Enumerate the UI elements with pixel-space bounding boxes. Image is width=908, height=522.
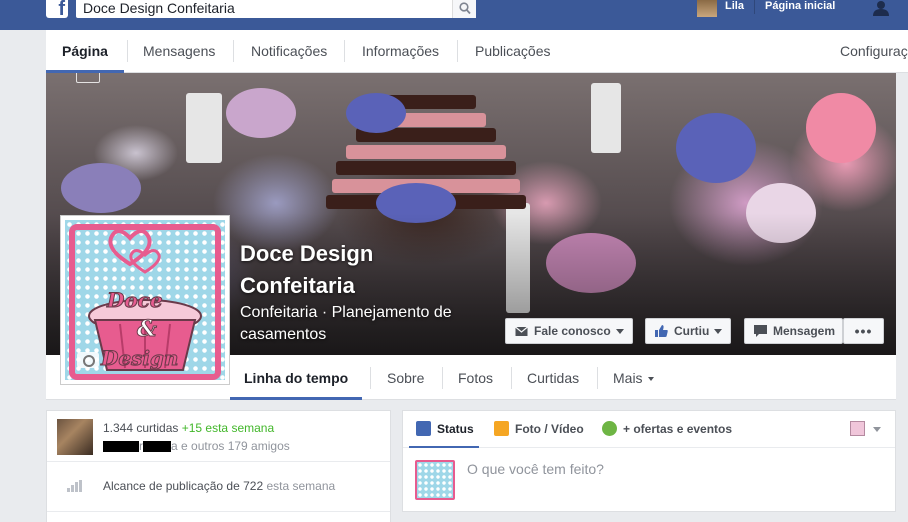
reach-text: Alcance de publicação de 722 <box>103 479 264 493</box>
contact-button[interactable]: Fale conosco <box>505 318 633 344</box>
flower-image <box>806 93 876 163</box>
more-options-button[interactable]: ••• <box>843 318 884 344</box>
profile-picture[interactable]: Doce & Design <box>60 215 230 385</box>
tab-status[interactable]: Status <box>416 421 474 436</box>
envelope-icon <box>515 326 528 336</box>
likes-week-delta: +15 esta semana <box>181 421 275 435</box>
offers-icon <box>602 421 617 436</box>
page-title[interactable]: Doce Design Confeitaria <box>240 238 460 302</box>
divider <box>370 367 371 389</box>
status-input[interactable]: O que você tem feito? <box>467 461 604 477</box>
divider <box>47 461 390 462</box>
tab-pagina[interactable]: Página <box>46 30 124 73</box>
page-background-strip <box>896 73 908 522</box>
logo-text-ampersand: & <box>137 316 158 343</box>
page-avatar <box>415 460 455 500</box>
post-composer: Status Foto / Vídeo + ofertas e eventos … <box>402 410 896 512</box>
flower-image <box>346 93 406 133</box>
search-box[interactable]: Doce Design Confeitaria <box>76 0 476 18</box>
friends-who-like: ra e outros 179 amigos <box>103 439 290 453</box>
chevron-down-icon[interactable] <box>873 427 881 432</box>
divider <box>511 367 512 389</box>
facebook-logo-icon[interactable]: f <box>46 0 68 19</box>
page-admin-nav: Página Mensagens Notificações Informaçõe… <box>46 30 908 73</box>
page-stats-card: 1.344 curtidas +15 esta semana ra e outr… <box>46 410 391 522</box>
message-icon <box>754 325 767 337</box>
camera-icon[interactable] <box>76 73 100 83</box>
page-avatar-icon[interactable] <box>850 421 865 436</box>
reach-suffix: esta semana <box>266 479 336 493</box>
tab-mais[interactable]: Mais <box>599 355 668 400</box>
composer-tabs: Status Foto / Vídeo + ofertas e eventos <box>403 411 895 448</box>
tab-photo-video-label: Foto / Vídeo <box>515 422 584 436</box>
thumbs-up-icon <box>655 325 668 337</box>
vase-image <box>591 83 621 153</box>
redacted-name <box>143 441 171 453</box>
divider <box>344 40 345 62</box>
divider <box>442 367 443 389</box>
message-button[interactable]: Mensagem <box>744 318 843 344</box>
tab-mais-label: Mais <box>613 370 643 386</box>
divider <box>233 40 234 62</box>
tab-notificacoes[interactable]: Notificações <box>235 30 343 73</box>
home-link[interactable]: Página inicial <box>765 0 835 12</box>
tab-linha-do-tempo[interactable]: Linha do tempo <box>230 355 363 400</box>
likes-count[interactable]: 1.344 curtidas <box>103 421 178 435</box>
divider <box>457 40 458 62</box>
chevron-down-icon <box>647 377 654 382</box>
divider <box>597 367 598 389</box>
chevron-down-icon <box>714 329 723 335</box>
vase-image <box>186 93 222 163</box>
search-icon <box>459 2 471 15</box>
tab-mensagens[interactable]: Mensagens <box>127 30 231 73</box>
camera-icon[interactable] <box>77 352 99 368</box>
active-tab-indicator <box>409 446 479 448</box>
top-bar: f Doce Design Confeitaria Lila Página in… <box>0 0 908 30</box>
pencil-icon <box>416 421 431 436</box>
tab-curtidas[interactable]: Curtidas <box>513 355 593 400</box>
user-avatar[interactable] <box>697 0 717 17</box>
friend-requests-icon[interactable] <box>870 0 892 16</box>
flower-image <box>226 88 296 138</box>
tab-configuracoes[interactable]: Configuraç <box>824 30 908 73</box>
friends-photo[interactable] <box>57 419 93 455</box>
bar-chart-icon <box>67 480 83 492</box>
photo-icon <box>494 421 509 436</box>
tab-photo-video[interactable]: Foto / Vídeo <box>494 421 584 436</box>
friends-suffix-text[interactable]: a e outros 179 amigos <box>171 439 290 453</box>
divider <box>47 511 390 512</box>
flower-image <box>676 113 756 183</box>
chevron-down-icon <box>615 329 624 335</box>
reach-summary[interactable]: Alcance de publicação de 722 esta semana <box>103 479 335 493</box>
redacted-name <box>103 441 139 453</box>
search-input[interactable]: Doce Design Confeitaria <box>83 0 235 16</box>
likes-summary: 1.344 curtidas +15 esta semana <box>103 421 274 435</box>
timeline-nav: Linha do tempo Sobre Fotos Curtidas Mais <box>230 355 896 400</box>
contact-button-label: Fale conosco <box>534 324 611 338</box>
flower-image <box>61 163 141 213</box>
tab-publicacoes[interactable]: Publicações <box>459 30 567 73</box>
message-button-label: Mensagem <box>773 324 836 338</box>
page-logo: Doce & Design <box>65 220 225 380</box>
tab-status-label: Status <box>437 422 474 436</box>
logo-text-doce: Doce <box>107 288 164 313</box>
user-name-link[interactable]: Lila <box>725 0 744 12</box>
divider <box>754 0 755 14</box>
tab-informacoes[interactable]: Informações <box>346 30 455 73</box>
tab-sobre[interactable]: Sobre <box>373 355 438 400</box>
search-button[interactable] <box>452 0 476 18</box>
tab-offers-events-label: + ofertas e eventos <box>623 422 733 436</box>
liked-button[interactable]: Curtiu <box>645 318 732 344</box>
tab-fotos[interactable]: Fotos <box>444 355 507 400</box>
logo-text-design: Design <box>100 346 179 371</box>
tab-offers-events[interactable]: + ofertas e eventos <box>602 421 733 436</box>
page-category[interactable]: Confeitaria · Planejamento de casamentos <box>240 302 490 346</box>
liked-button-label: Curtiu <box>674 324 710 338</box>
